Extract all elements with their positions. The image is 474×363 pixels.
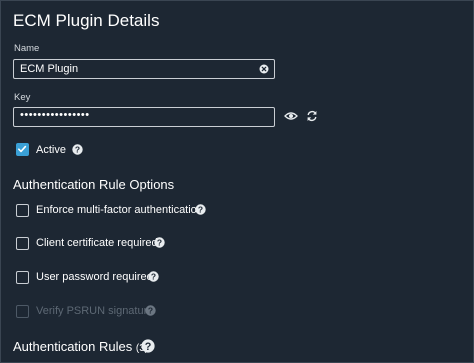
auth-options-heading: Authentication Rule Options (13, 177, 175, 192)
verify-psrun-checkbox (16, 305, 29, 318)
mfa-label: Enforce multi-factor authentication (36, 204, 203, 216)
svg-text:?: ? (75, 145, 80, 155)
name-input[interactable]: ECM Plugin (13, 59, 275, 79)
svg-text:?: ? (157, 238, 162, 248)
verify-psrun-label: Verify PSRUN signature (36, 305, 154, 317)
user-password-label: User password required (36, 271, 153, 283)
svg-text:?: ? (198, 205, 203, 215)
auth-rules-title: Authentication Rules (13, 339, 133, 354)
help-icon[interactable]: ? (154, 237, 165, 248)
clear-circle-icon[interactable] (259, 64, 269, 74)
client-cert-label: Client certificate required (36, 237, 158, 249)
svg-text:?: ? (145, 341, 152, 353)
name-input-value: ECM Plugin (20, 63, 79, 75)
help-icon[interactable]: ? (145, 305, 156, 316)
key-input-value: •••••••••••••••• (20, 109, 90, 121)
help-icon[interactable]: ? (195, 204, 206, 215)
name-label: Name (14, 43, 40, 54)
svg-text:?: ? (151, 272, 156, 282)
key-label: Key (14, 92, 31, 103)
plugin-details-panel: ECM Plugin Details Name ECM Plugin Key •… (0, 0, 474, 363)
active-label: Active (36, 144, 66, 156)
help-icon[interactable]: ? (141, 339, 155, 353)
mfa-checkbox[interactable] (16, 204, 29, 217)
user-password-checkbox[interactable] (16, 271, 29, 284)
key-input[interactable]: •••••••••••••••• (13, 107, 275, 127)
help-icon[interactable]: ? (148, 271, 159, 282)
help-icon[interactable]: ? (72, 144, 83, 155)
refresh-icon[interactable] (306, 110, 318, 122)
client-cert-checkbox[interactable] (16, 237, 29, 250)
active-checkbox[interactable] (16, 143, 29, 156)
panel-title: ECM Plugin Details (13, 11, 160, 30)
eye-icon[interactable] (284, 111, 298, 121)
auth-rules-heading: Authentication Rules (3) (13, 339, 148, 354)
svg-text:?: ? (148, 306, 153, 316)
checkmark-icon (18, 145, 27, 153)
